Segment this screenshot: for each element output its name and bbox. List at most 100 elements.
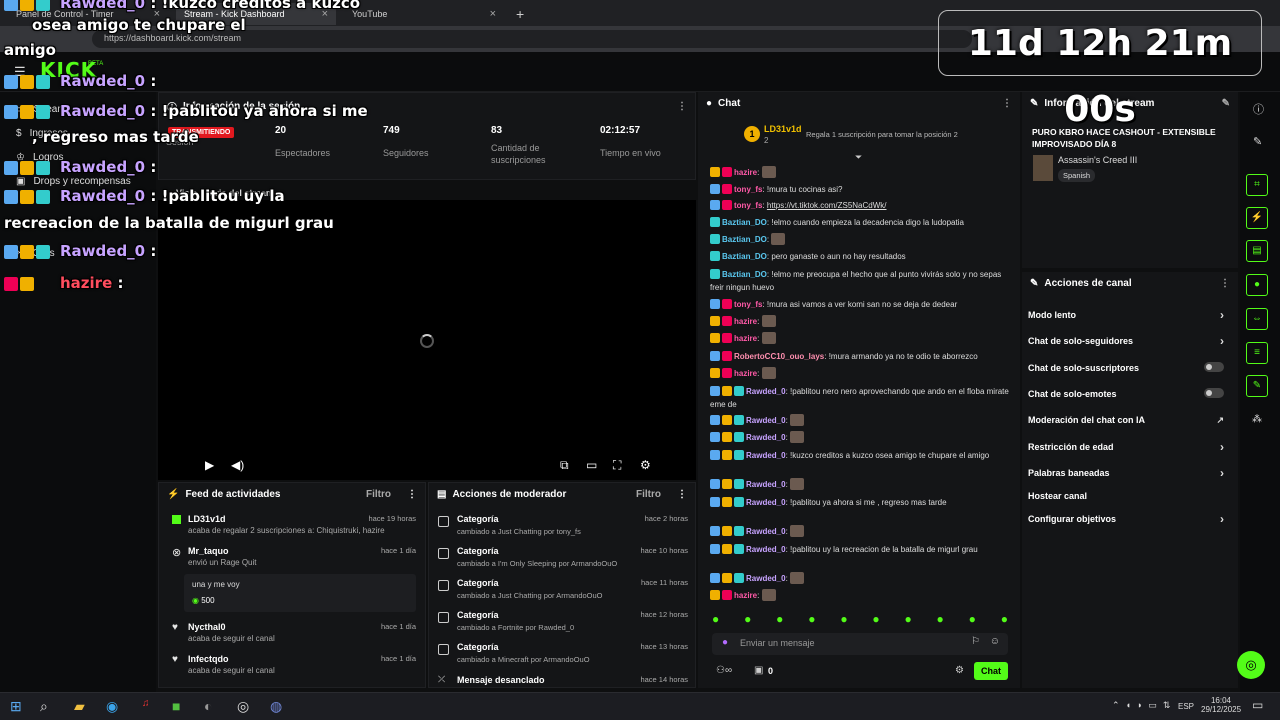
badge-icons — [710, 590, 734, 600]
translate-icon[interactable]: ⚐ — [971, 636, 980, 647]
points-icon[interactable]: ▣ — [754, 665, 763, 676]
chat-username[interactable]: Rawded_0 — [746, 574, 786, 583]
edit-icon[interactable]: ✎ — [1222, 98, 1230, 109]
info-icon[interactable]: ⓘ — [1253, 101, 1264, 117]
edit-icon[interactable]: ✎ — [1253, 135, 1262, 148]
apps-icon[interactable]: ⁂ — [1252, 414, 1262, 425]
language-indicator[interactable]: ESP — [1178, 702, 1194, 711]
clock[interactable]: 16:04 29/12/2025 — [1201, 696, 1241, 714]
filter-button[interactable]: Filtro — [366, 489, 391, 500]
action-configure-goals[interactable]: Configurar objetivos › — [1028, 512, 1232, 526]
chat-username[interactable]: Baztian_DO — [722, 252, 767, 261]
rail-notes-button[interactable]: ▤ — [1246, 240, 1268, 262]
settings-icon[interactable]: ⚙ — [640, 458, 651, 472]
chat-username[interactable]: tony_fs — [734, 185, 762, 194]
rail-chat-button[interactable]: ● — [1246, 274, 1268, 296]
minecraft-icon[interactable]: ■ — [172, 698, 180, 714]
settings-icon[interactable]: ⚙ — [955, 665, 964, 676]
fullscreen-icon[interactable]: ⛶ — [613, 458, 621, 473]
emote-icon[interactable]: ● — [904, 612, 911, 628]
chat-username[interactable]: Rawded_0 — [746, 545, 786, 554]
chat-username[interactable]: Rawded_0 — [746, 416, 786, 425]
sidebar-item-drops[interactable]: ▣ Drops y recompensas — [16, 176, 131, 187]
action-age-restriction[interactable]: Restricción de edad › — [1028, 440, 1232, 454]
folder-icon[interactable]: ▰ — [74, 698, 85, 715]
chat-username[interactable]: Rawded_0 — [746, 480, 786, 489]
chat-username[interactable]: Baztian_DO — [722, 270, 767, 279]
chat-username[interactable]: Baztian_DO — [722, 218, 767, 227]
rail-raid-button[interactable]: ⇔ — [1246, 308, 1268, 330]
chat-username[interactable]: Rawded_0 — [746, 527, 786, 536]
rail-list-button[interactable]: ≡ — [1246, 342, 1268, 364]
emote-icon[interactable]: ● — [872, 612, 879, 628]
activity-icon: ⚡ — [167, 489, 180, 500]
emote-icon[interactable]: ● — [808, 612, 815, 628]
chat-username[interactable]: tony_fs — [734, 201, 762, 210]
subs-only-toggle[interactable] — [1204, 362, 1224, 372]
chat-input[interactable]: ● Enviar un mensaje ⚐ ☺ — [712, 633, 1008, 655]
filter-button[interactable]: Filtro — [636, 489, 661, 500]
emote-icon[interactable]: ● — [937, 612, 944, 628]
action-host-channel[interactable]: Hostear canal — [1028, 491, 1232, 501]
action-slow-mode[interactable]: Modo lento › — [1028, 308, 1232, 322]
app-icon[interactable]: ♫ — [142, 698, 150, 709]
pinned-toggle-icon[interactable]: ⏷ — [855, 152, 862, 163]
emote-icon[interactable]: ● — [969, 612, 976, 628]
edge-icon[interactable]: ◉ — [106, 698, 118, 715]
emotes-only-toggle[interactable] — [1204, 388, 1224, 398]
chat-username[interactable]: hazire — [734, 591, 757, 600]
emote-icon[interactable]: ● — [840, 612, 847, 628]
chat-username[interactable]: hazire — [734, 317, 757, 326]
chat-username[interactable]: RobertoCC10_ouo_lays — [734, 352, 824, 361]
game-name[interactable]: Assassin's Creed III — [1058, 155, 1137, 165]
chat-username[interactable]: Rawded_0 — [746, 451, 786, 460]
support-chat-icon[interactable]: ◎ — [1237, 651, 1265, 679]
mod-tools-icon[interactable]: ⚇∞ — [716, 665, 732, 676]
search-icon[interactable]: ⌕ — [40, 698, 48, 715]
rail-tools-button[interactable]: ✎ — [1246, 375, 1268, 397]
emote-icon[interactable]: ● — [744, 612, 751, 628]
play-icon[interactable]: ▶ — [205, 458, 214, 472]
chat-username[interactable]: Rawded_0 — [746, 433, 786, 442]
new-tab-button[interactable]: + — [508, 3, 532, 25]
obs-icon[interactable]: ◎ — [237, 698, 249, 715]
discord-icon[interactable]: ◍ — [270, 698, 282, 715]
rail-lightning-button[interactable]: ⚡ — [1246, 207, 1268, 229]
notifications-icon[interactable]: ▭ — [1252, 698, 1263, 712]
chat-username[interactable]: Rawded_0 — [746, 498, 786, 507]
chat-username[interactable]: hazire — [734, 168, 757, 177]
emote-icon[interactable]: ● — [776, 612, 783, 628]
emote-icon[interactable]: ● — [712, 612, 719, 628]
badge-icons — [710, 167, 734, 177]
chat-username[interactable]: hazire — [734, 334, 757, 343]
theater-icon[interactable]: ▭ — [586, 458, 597, 472]
emote-icon[interactable]: ● — [1001, 612, 1008, 628]
tab-youtube[interactable]: YouTube × — [344, 3, 504, 25]
mic-icon[interactable]: ● — [722, 637, 728, 648]
action-followers-only[interactable]: Chat de solo-seguidores › — [1028, 334, 1232, 348]
rail-clip-button[interactable]: ⌗ — [1246, 174, 1268, 196]
app-icon[interactable]: ◐ — [204, 698, 212, 714]
top-gifter-name[interactable]: LD31v1d — [764, 124, 802, 134]
emote-icon — [761, 315, 776, 327]
gift-prompt[interactable]: Regala 1 suscripción para tomar la posic… — [806, 130, 958, 139]
pip-icon[interactable]: ⧉ — [560, 458, 569, 473]
tray-icons[interactable]: ⌃◖◗▭⇅ — [1112, 700, 1176, 711]
chat-username[interactable]: Baztian_DO — [722, 235, 767, 244]
chat-username[interactable]: Rawded_0 — [746, 387, 786, 396]
chat-username[interactable]: hazire — [734, 369, 757, 378]
more-icon[interactable]: ⋮ — [677, 101, 687, 112]
chat-username[interactable]: tony_fs — [734, 300, 762, 309]
more-icon[interactable]: ⋮ — [1002, 98, 1012, 109]
close-icon[interactable]: × — [490, 8, 496, 20]
start-icon[interactable]: ⊞ — [10, 698, 22, 715]
more-icon[interactable]: ⋮ — [1220, 278, 1230, 289]
emoji-icon[interactable]: ☺ — [990, 636, 1000, 647]
send-chat-button[interactable]: Chat — [974, 662, 1008, 680]
more-icon[interactable]: ⋮ — [407, 489, 417, 500]
chat-text[interactable]: https://vt.tiktok.com/ZS5NaCdWk/ — [767, 201, 887, 210]
volume-icon[interactable]: ◀) — [231, 458, 244, 472]
action-banned-words[interactable]: Palabras baneadas › — [1028, 466, 1232, 480]
more-icon[interactable]: ⋮ — [677, 489, 687, 500]
action-ai-moderation[interactable]: Moderación del chat con IA ↗ — [1028, 415, 1232, 425]
